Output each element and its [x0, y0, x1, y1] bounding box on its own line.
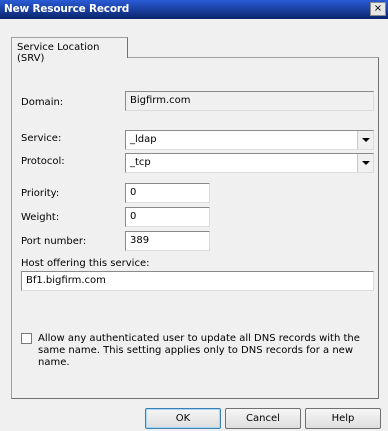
tab-label: Service Location (SRV)	[17, 42, 100, 64]
protocol-value: _tcp	[130, 157, 151, 168]
allow-update-checkbox[interactable]	[21, 333, 32, 344]
port-label: Port number:	[21, 236, 87, 247]
title-bar: New Resource Record ×	[0, 0, 388, 19]
protocol-select[interactable]: _tcp	[125, 153, 374, 173]
host-label: Host offering this service:	[21, 258, 150, 269]
weight-input[interactable]: 0	[125, 207, 210, 227]
chevron-down-icon[interactable]	[357, 131, 373, 149]
close-icon[interactable]: ×	[370, 2, 386, 16]
port-input[interactable]: 389	[125, 231, 210, 251]
weight-label: Weight:	[21, 212, 60, 223]
service-select[interactable]: _ldap	[125, 130, 374, 150]
domain-label: Domain:	[21, 97, 64, 108]
tab-service-location[interactable]: Service Location (SRV)	[11, 37, 128, 64]
service-value: _ldap	[130, 134, 157, 145]
cancel-button[interactable]: Cancel	[225, 408, 301, 429]
ok-button[interactable]: OK	[145, 408, 221, 429]
priority-input[interactable]: 0	[125, 183, 210, 203]
help-button[interactable]: Help	[305, 408, 381, 429]
service-label: Service:	[21, 133, 62, 144]
window-title: New Resource Record	[4, 3, 130, 15]
allow-update-label: Allow any authenticated user to update a…	[38, 333, 360, 368]
domain-field: Bigfirm.com	[125, 91, 374, 111]
host-input[interactable]: Bf1.bigfirm.com	[21, 271, 374, 291]
priority-label: Priority:	[21, 188, 60, 199]
chevron-down-icon[interactable]	[357, 154, 373, 172]
protocol-label: Protocol:	[21, 156, 65, 167]
